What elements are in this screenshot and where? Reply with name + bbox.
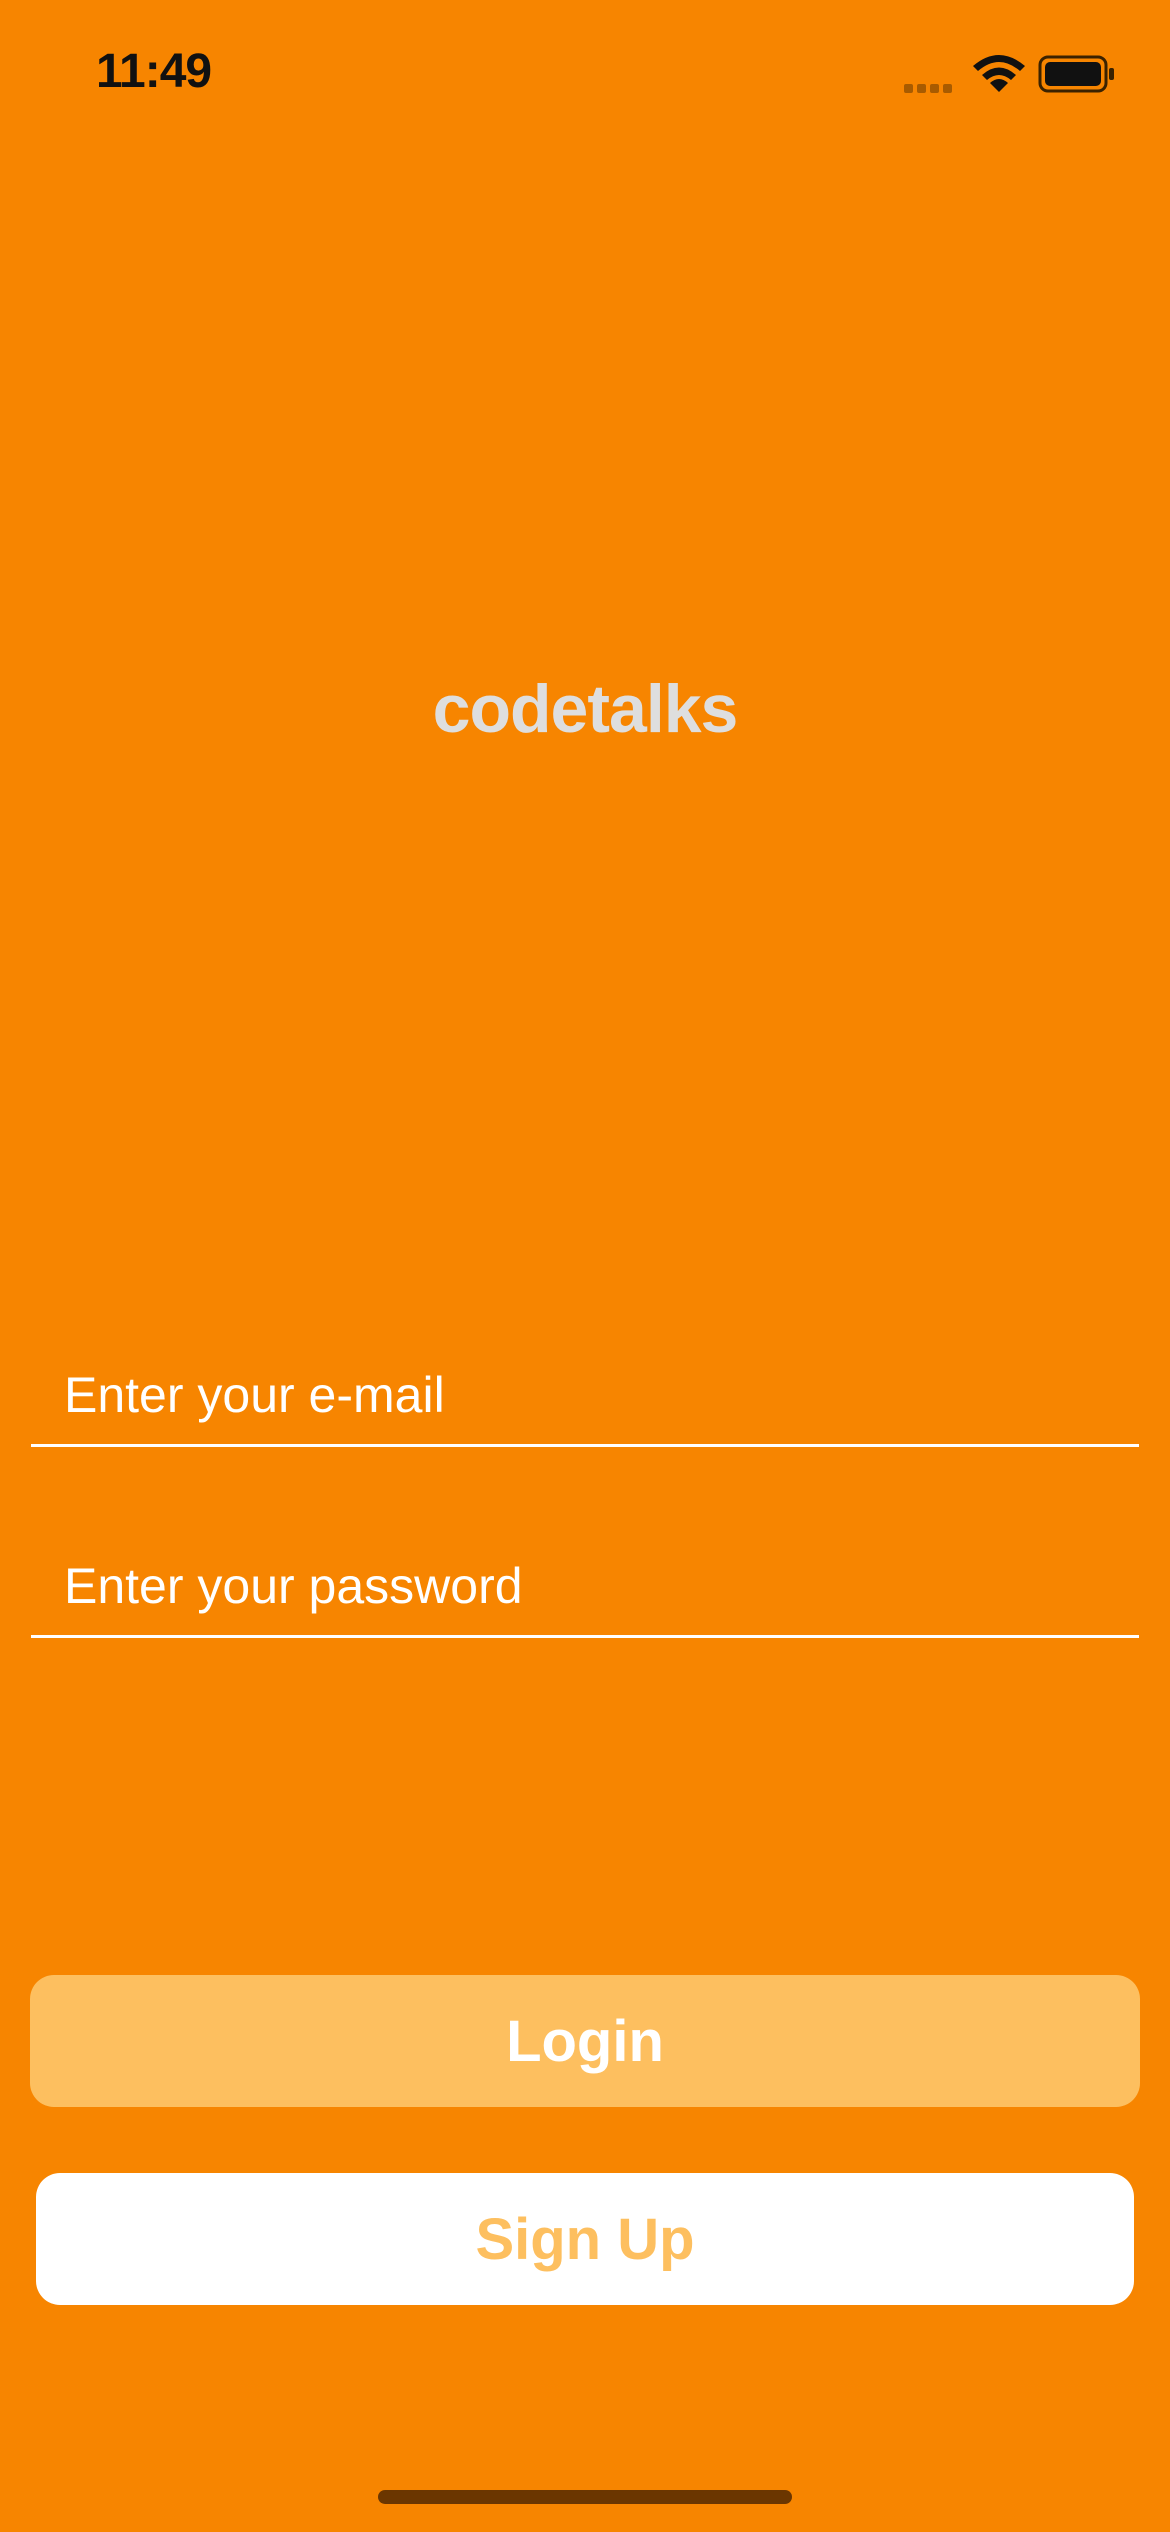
wifi-icon (973, 55, 1025, 92)
home-indicator (378, 2490, 792, 2504)
status-time: 11:49 (96, 45, 212, 98)
battery-icon (1038, 55, 1114, 93)
app-title: codetalks (432, 671, 739, 747)
email-field (31, 1344, 1139, 1447)
login-button[interactable]: Login (30, 1975, 1140, 2107)
signup-button[interactable]: Sign Up (36, 2173, 1134, 2305)
cellular-signal-icon (904, 80, 958, 93)
password-field (31, 1535, 1139, 1638)
status-bar: 11:49 (0, 0, 1170, 150)
email-input[interactable] (64, 1364, 1104, 1426)
password-input[interactable] (64, 1555, 1104, 1617)
